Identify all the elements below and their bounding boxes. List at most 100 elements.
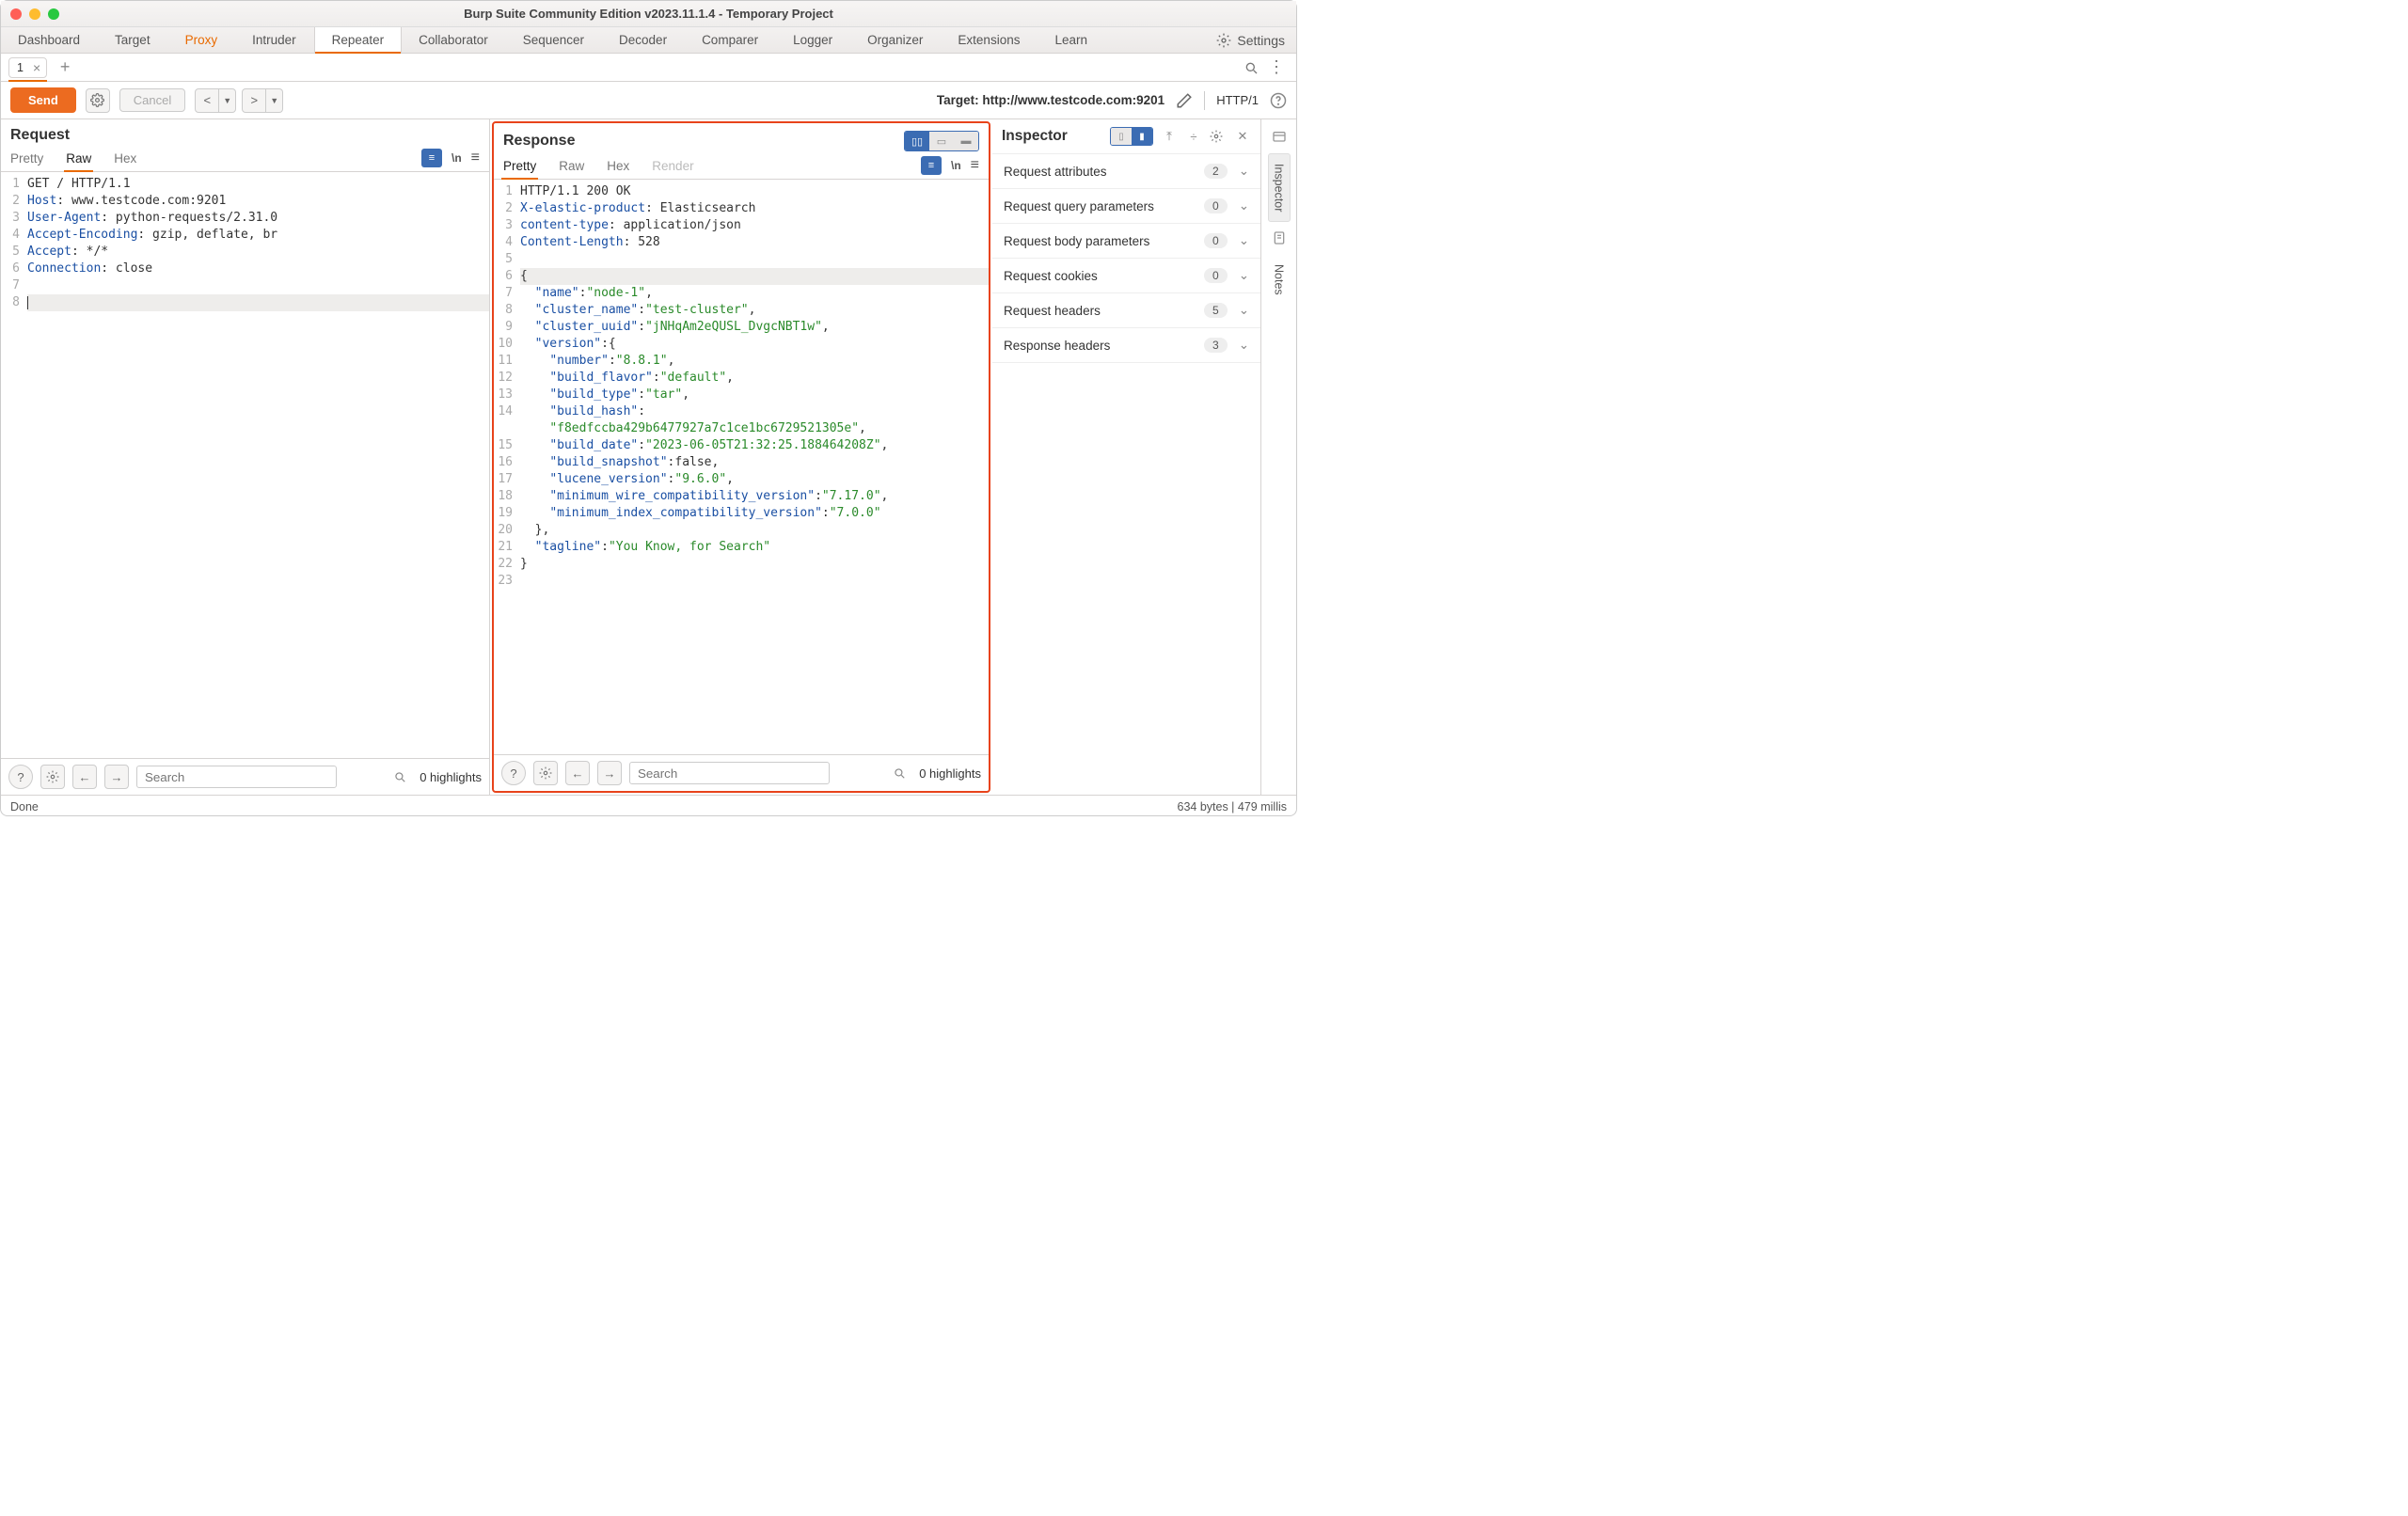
inspector-row-request-headers[interactable]: Request headers5⌄: [992, 293, 1260, 328]
help-icon[interactable]: ?: [8, 765, 33, 789]
newline-toggle[interactable]: \n: [951, 159, 961, 172]
chevron-down-icon: ⌄: [1239, 268, 1249, 283]
search-icon[interactable]: [893, 766, 906, 780]
history-forward-menu[interactable]: ▼: [266, 88, 283, 113]
history-back-menu[interactable]: ▼: [219, 88, 236, 113]
repeater-tab-number: 1: [9, 61, 31, 74]
response-editor[interactable]: 1HTTP/1.1 200 OK2X-elastic-product: Elas…: [494, 180, 989, 754]
inspector-row-request-query-parameters[interactable]: Request query parameters0⌄: [992, 189, 1260, 224]
gear-icon[interactable]: [1210, 130, 1227, 143]
maximize-window-icon[interactable]: [48, 8, 59, 20]
toptab-target[interactable]: Target: [98, 27, 168, 53]
edit-target-icon[interactable]: [1176, 92, 1193, 109]
minimize-window-icon[interactable]: [29, 8, 40, 20]
toptab-sequencer[interactable]: Sequencer: [506, 27, 602, 53]
response-title: Response: [503, 133, 575, 150]
nav-back-icon[interactable]: ←: [565, 761, 590, 785]
http-version-label[interactable]: HTTP/1: [1216, 93, 1259, 107]
nav-forward-icon[interactable]: →: [104, 765, 129, 789]
actions-chip-icon[interactable]: ≡: [921, 156, 942, 175]
chevron-down-icon: ⌄: [1239, 233, 1249, 248]
request-pane: Request Pretty Raw Hex ≡ \n ≡ 1GET / HTTP/…: [1, 119, 490, 795]
cancel-button[interactable]: Cancel: [119, 88, 185, 112]
status-left: Done: [10, 800, 39, 813]
view-tab-pretty[interactable]: Pretty: [10, 148, 43, 171]
toptab-organizer[interactable]: Organizer: [850, 27, 941, 53]
hamburger-icon[interactable]: ≡: [971, 157, 979, 174]
toptab-comparer[interactable]: Comparer: [685, 27, 776, 53]
layout-rows-icon[interactable]: ▭: [929, 132, 954, 150]
send-button[interactable]: Send: [10, 87, 76, 113]
kebab-menu-icon[interactable]: ⋮: [1268, 57, 1285, 77]
request-editor[interactable]: 1GET / HTTP/1.12Host: www.testcode.com:9…: [1, 172, 489, 758]
view-tab-raw[interactable]: Raw: [66, 148, 91, 171]
toptab-extensions[interactable]: Extensions: [941, 27, 1038, 53]
request-highlights-count: 0 highlights: [420, 770, 482, 784]
close-tab-icon[interactable]: ×: [31, 61, 46, 74]
inspector-layout-wide-icon[interactable]: ▮: [1132, 128, 1152, 145]
view-tab-hex[interactable]: Hex: [114, 148, 136, 171]
rail-tab-notes[interactable]: Notes: [1268, 254, 1291, 306]
view-tab-pretty[interactable]: Pretty: [503, 155, 536, 179]
search-icon[interactable]: [1244, 60, 1259, 75]
nav-back-icon[interactable]: ←: [72, 765, 97, 789]
toptab-learn[interactable]: Learn: [1038, 27, 1105, 53]
close-window-icon[interactable]: [10, 8, 22, 20]
layout-combined-icon[interactable]: ▬: [954, 132, 978, 150]
close-icon[interactable]: ✕: [1234, 129, 1251, 144]
repeater-tab-1[interactable]: 1 ×: [8, 57, 47, 78]
collapse-icon[interactable]: ÷: [1185, 130, 1202, 144]
hamburger-icon[interactable]: ≡: [471, 150, 480, 166]
view-tab-render[interactable]: Render: [652, 155, 693, 179]
rail-tab-inspector[interactable]: Inspector: [1268, 153, 1291, 222]
history-forward-button[interactable]: >: [242, 88, 266, 113]
newline-toggle[interactable]: \n: [452, 151, 462, 165]
request-view-tabs: Pretty Raw Hex ≡ \n ≡: [1, 148, 489, 172]
layout-columns-icon[interactable]: ▯▯: [905, 132, 929, 150]
view-tab-hex[interactable]: Hex: [607, 155, 629, 179]
chevron-down-icon: ⌄: [1239, 198, 1249, 213]
toptab-repeater[interactable]: Repeater: [314, 27, 403, 53]
status-right: 634 bytes | 479 millis: [1178, 800, 1288, 813]
gear-icon[interactable]: [40, 765, 65, 789]
toptab-decoder[interactable]: Decoder: [602, 27, 685, 53]
toptab-dashboard[interactable]: Dashboard: [1, 27, 98, 53]
expand-up-icon[interactable]: ⤒: [1161, 129, 1178, 144]
layout-toggle[interactable]: ▯▯ ▭ ▬: [904, 131, 979, 151]
notes-rail-icon[interactable]: [1269, 228, 1290, 248]
toptab-proxy[interactable]: Proxy: [168, 27, 236, 53]
chevron-down-icon: ⌄: [1239, 338, 1249, 353]
response-footer: ? ← → 0 highlights: [494, 754, 989, 791]
inspector-rail-icon[interactable]: [1269, 127, 1290, 148]
search-icon[interactable]: [393, 770, 406, 783]
request-title: Request: [10, 127, 70, 144]
nav-forward-icon[interactable]: →: [597, 761, 622, 785]
request-search-input[interactable]: [136, 766, 337, 788]
history-back-button[interactable]: <: [195, 88, 219, 113]
right-rail: Inspector Notes: [1260, 119, 1296, 795]
view-tab-raw[interactable]: Raw: [559, 155, 584, 179]
inspector-row-request-body-parameters[interactable]: Request body parameters0⌄: [992, 224, 1260, 259]
response-search-input[interactable]: [629, 762, 830, 784]
add-tab-button[interactable]: +: [55, 57, 75, 78]
inspector-row-response-headers[interactable]: Response headers3⌄: [992, 328, 1260, 363]
gear-icon[interactable]: [533, 761, 558, 785]
inspector-row-request-cookies[interactable]: Request cookies0⌄: [992, 259, 1260, 293]
settings-gear-button[interactable]: [86, 88, 110, 113]
chevron-down-icon: ⌄: [1239, 303, 1249, 318]
response-pane: Response ▯▯ ▭ ▬ PrettyRawHexRender ≡ \n …: [492, 121, 990, 793]
help-icon[interactable]: ?: [501, 761, 526, 785]
inspector-row-request-attributes[interactable]: Request attributes2⌄: [992, 154, 1260, 189]
settings-button[interactable]: Settings: [1205, 27, 1296, 53]
repeater-toolbar: Send Cancel < ▼ > ▼ Target: http://www.t…: [1, 82, 1296, 119]
toptab-collaborator[interactable]: Collaborator: [402, 27, 506, 53]
status-bar: Done 634 bytes | 479 millis: [1, 795, 1296, 817]
inspector-layout-toggle[interactable]: ▯ ▮: [1110, 127, 1153, 146]
inspector-title: Inspector: [1002, 128, 1068, 145]
toptab-intruder[interactable]: Intruder: [235, 27, 314, 53]
help-icon[interactable]: [1270, 92, 1287, 109]
actions-chip-icon[interactable]: ≡: [421, 149, 442, 167]
main-area: Request Pretty Raw Hex ≡ \n ≡ 1GET / HTTP/…: [1, 119, 1296, 795]
inspector-layout-narrow-icon[interactable]: ▯: [1111, 128, 1132, 145]
toptab-logger[interactable]: Logger: [776, 27, 850, 53]
